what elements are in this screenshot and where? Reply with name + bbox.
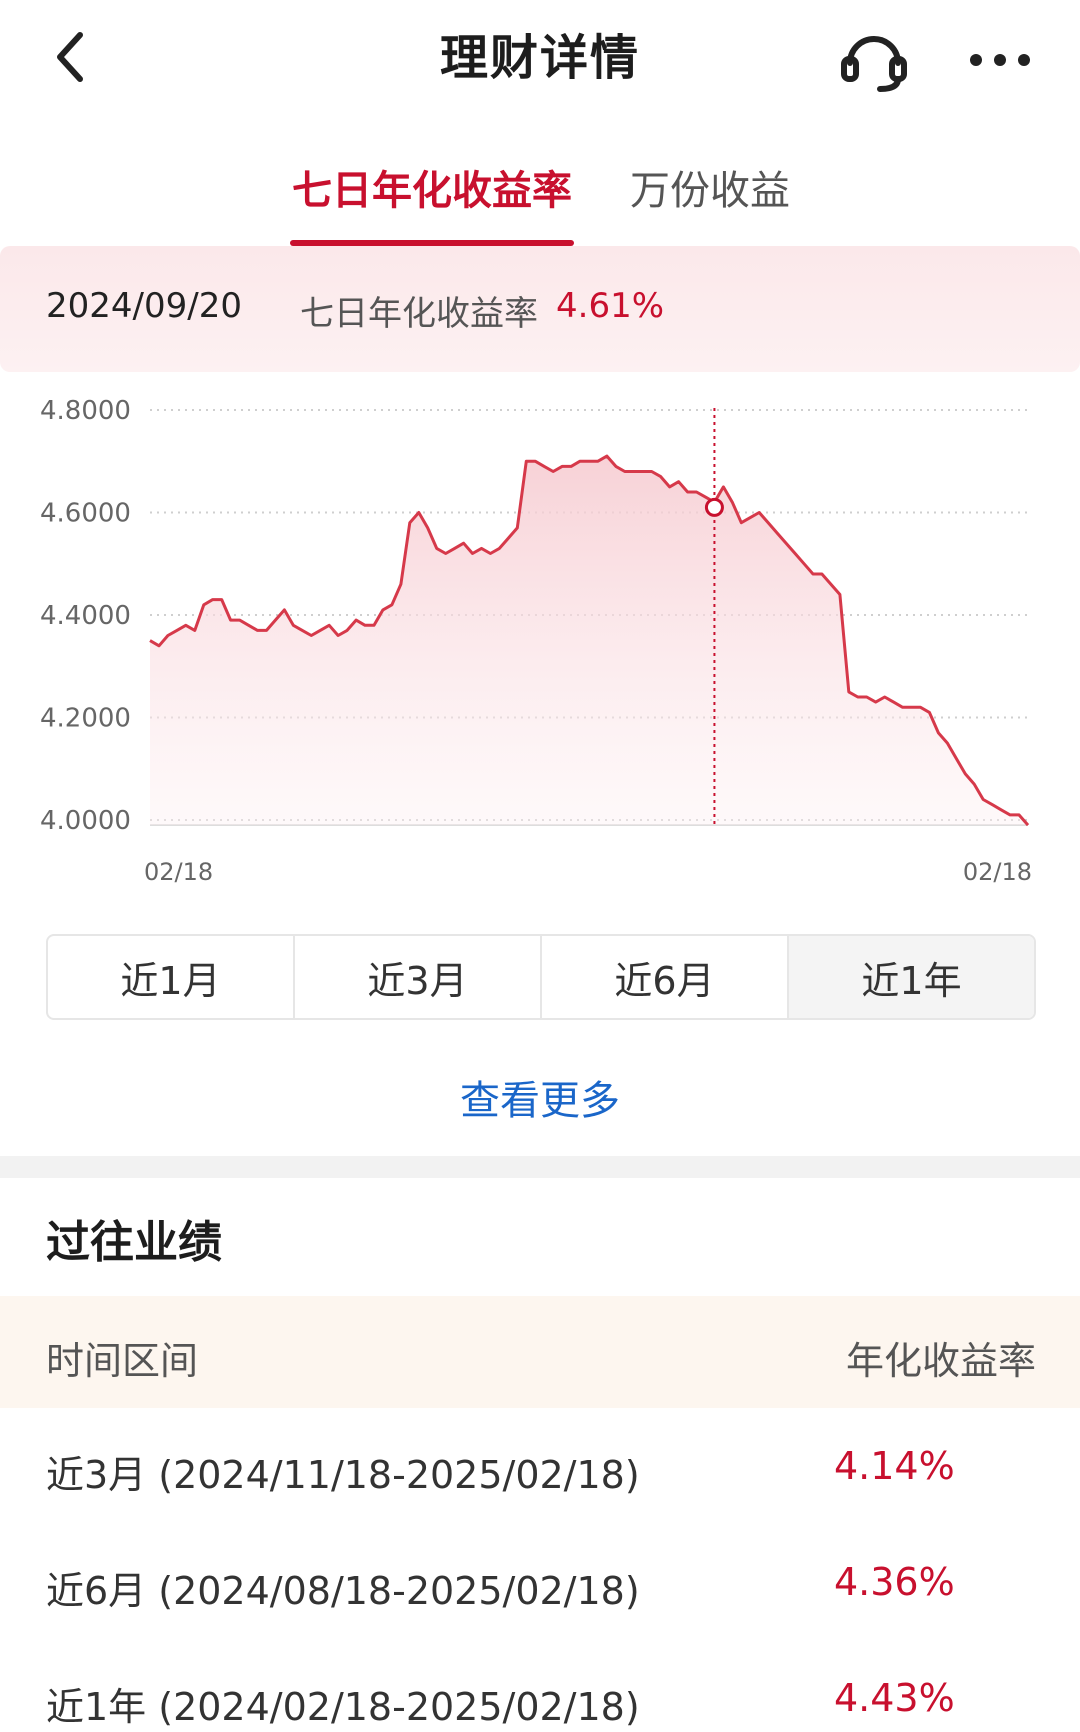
selected-metric-value: 4.61% xyxy=(556,286,665,326)
y-tick-label: 4.2000 xyxy=(40,704,131,734)
performance-table-header: 时间区间 年化收益率 xyxy=(0,1296,1080,1408)
view-more-link[interactable]: 查看更多 xyxy=(0,1068,1080,1126)
table-row: 近3月 (2024/11/18-2025/02/18) 4.14% xyxy=(0,1408,1080,1524)
yield-chart[interactable]: 4.8000 4.6000 4.4000 4.2000 4.0000 02/18 02/18 xyxy=(0,390,1080,900)
range-6-months-button[interactable]: 近6月 xyxy=(542,936,789,1018)
row-period: 近1年 (2024/02/18-2025/02/18) xyxy=(46,1685,640,1729)
x-tick-label: 02/18 xyxy=(963,858,1032,886)
tab-bar: 七日年化收益率 万份收益 xyxy=(0,140,1080,246)
table-row: 近6月 (2024/08/18-2025/02/18) 4.36% xyxy=(0,1524,1080,1640)
selected-point-info: 2024/09/20 七日年化收益率 4.61% xyxy=(0,246,1080,372)
headset-icon xyxy=(841,36,907,92)
tab-seven-day-yield[interactable]: 七日年化收益率 xyxy=(290,140,574,246)
tab-label: 七日年化收益率 xyxy=(292,168,572,214)
row-rate: 4.36% xyxy=(834,1560,955,1604)
selected-metric-label: 七日年化收益率 xyxy=(300,294,538,334)
page-title: 理财详情 xyxy=(439,30,640,86)
range-1-year-button[interactable]: 近1年 xyxy=(789,936,1034,1018)
tab-label: 万份收益 xyxy=(630,168,790,214)
customer-service-button[interactable] xyxy=(834,22,914,98)
y-tick-label: 4.6000 xyxy=(40,499,131,529)
past-performance-title: 过往业绩 xyxy=(46,1217,222,1268)
y-tick-label: 4.8000 xyxy=(40,396,131,426)
yield-chart-svg[interactable]: 4.8000 4.6000 4.4000 4.2000 4.0000 02/18 02/18 xyxy=(0,390,1080,900)
selected-date: 2024/09/20 xyxy=(46,286,242,326)
range-selector: 近1月 近3月 近6月 近1年 xyxy=(46,934,1036,1020)
header-period: 时间区间 xyxy=(46,1339,199,1383)
range-3-months-button[interactable]: 近3月 xyxy=(295,936,542,1018)
more-button[interactable] xyxy=(960,22,1040,98)
y-tick-label: 4.4000 xyxy=(40,601,131,631)
page: 理财详情 七日年化收益率 万份收益 2024/09/20 七日年化收益率 4.6… xyxy=(0,0,1080,1732)
y-tick-label: 4.0000 xyxy=(40,806,131,836)
more-dots-icon xyxy=(970,54,1030,66)
table-row: 近1年 (2024/02/18-2025/02/18) 4.43% xyxy=(0,1640,1080,1732)
yield-area xyxy=(150,456,1028,826)
row-period: 近3月 (2024/11/18-2025/02/18) xyxy=(46,1453,640,1497)
row-period: 近6月 (2024/08/18-2025/02/18) xyxy=(46,1569,640,1613)
tab-per-ten-thousand-return[interactable]: 万份收益 xyxy=(630,140,790,246)
range-1-month-button[interactable]: 近1月 xyxy=(48,936,295,1018)
section-divider xyxy=(0,1156,1080,1178)
nav-bar: 理财详情 xyxy=(0,0,1080,110)
x-tick-label: 02/18 xyxy=(144,858,213,886)
row-rate: 4.43% xyxy=(834,1676,955,1720)
header-rate: 年化收益率 xyxy=(845,1339,1036,1383)
highlight-point xyxy=(704,497,724,517)
row-rate: 4.14% xyxy=(834,1444,955,1488)
